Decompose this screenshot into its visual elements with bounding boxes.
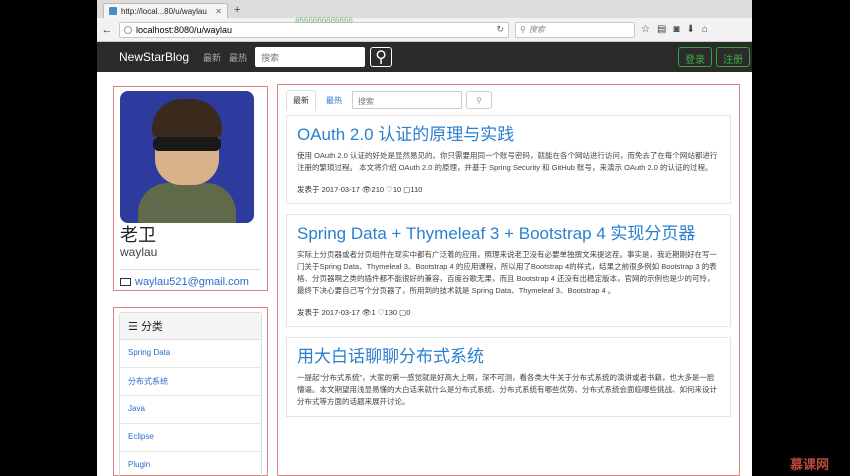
reading-list-icon[interactable]: ▤ xyxy=(657,24,666,35)
search-icon: ⚲ xyxy=(375,49,387,66)
nav-hot-link[interactable]: 最热 xyxy=(229,51,247,64)
profile-email-link[interactable]: waylau521@gmail.com xyxy=(120,276,261,288)
watermark-logo: 慕课网 xyxy=(790,457,830,472)
back-icon[interactable]: ← xyxy=(101,24,113,36)
avatar-body-shape xyxy=(138,183,236,223)
toolbar-icons: ☆ ▤ ◙ ⬇ ⌂ xyxy=(641,24,708,35)
profile-username: waylau xyxy=(120,245,158,259)
category-item[interactable]: Spring Data xyxy=(120,340,261,368)
post-search-input[interactable]: 搜索 xyxy=(352,91,462,109)
post-card: OAuth 2.0 认证的原理与实践 使用 OAuth 2.0 认证的好处是显然… xyxy=(286,115,731,204)
register-button[interactable]: 注册 xyxy=(716,47,750,67)
tab-title: http://local...80/u/waylau xyxy=(121,6,207,16)
new-tab-button[interactable]: + xyxy=(228,4,246,18)
post-list-panel: 最新 最热 搜索 ⚲ OAuth 2.0 认证的原理与实践 使用 OAuth 2… xyxy=(277,84,740,476)
tab-strip: http://local...80/u/waylau ✕ + xyxy=(97,0,752,18)
pocket-icon[interactable]: ◙ xyxy=(673,24,679,35)
profile-email-text: waylau521@gmail.com xyxy=(135,276,249,288)
category-item[interactable]: Eclipse xyxy=(120,424,261,452)
browser-window: http://local...80/u/waylau ✕ + ← localho… xyxy=(97,0,752,476)
post-summary: 一提起“分布式系统”，大家的第一感觉就是好高大上啊，深不可测，看各类大牛关于分布… xyxy=(297,373,717,406)
reload-icon[interactable]: ↻ xyxy=(496,24,504,35)
nav-latest-link[interactable]: 最新 xyxy=(203,51,221,64)
post-title-link[interactable]: Spring Data + Thymeleaf 3 + Bootstrap 4 … xyxy=(297,223,720,245)
post-summary: 实际上分页器或者分页组件在现实中都有广泛着的应用，照理来说老卫没有必要单独撰文来… xyxy=(297,250,717,295)
browser-search-input[interactable]: ⚲ 搜索 xyxy=(515,21,635,38)
post-search-button[interactable]: ⚲ xyxy=(466,91,492,109)
profile-card: 老卫 waylau waylau521@gmail.com xyxy=(113,86,268,291)
home-icon[interactable]: ⌂ xyxy=(702,24,708,35)
profile-name: 老卫 xyxy=(120,225,156,245)
category-panel: ☰ 分类 Spring Data 分布式系统 Java Eclipse Plug… xyxy=(113,307,268,476)
category-header: ☰ 分类 xyxy=(120,313,261,340)
download-icon[interactable]: ⬇ xyxy=(686,24,694,35)
category-item[interactable]: 分布式系统 xyxy=(120,368,261,396)
tab-hot[interactable]: 最热 xyxy=(320,91,348,110)
post-meta: 发表于 2017-03-17 👁1 ♡130 ▢0 xyxy=(297,308,411,317)
envelope-icon xyxy=(120,278,131,286)
post-title-link[interactable]: 用大白话聊聊分布式系统 xyxy=(297,346,720,368)
brand-link[interactable]: NewStarBlog xyxy=(119,50,189,64)
favicon-icon xyxy=(109,7,117,15)
bookmark-star-icon[interactable]: ☆ xyxy=(641,24,650,35)
url-bar[interactable]: localhost:8080/u/waylau #666666666666 ↻ xyxy=(119,16,509,38)
close-tab-icon[interactable]: ✕ xyxy=(215,7,222,16)
post-tabs: 最新 最热 搜索 ⚲ xyxy=(278,85,739,115)
search-icon: ⚲ xyxy=(476,95,482,105)
avatar-hair-shape xyxy=(152,99,222,139)
post-card: 用大白话聊聊分布式系统 一提起“分布式系统”，大家的第一感觉就是好高大上啊，深不… xyxy=(286,337,731,417)
browser-tab[interactable]: http://local...80/u/waylau ✕ xyxy=(103,3,228,18)
site-search-input[interactable]: 搜索 xyxy=(255,47,366,67)
browser-search-placeholder: 搜索 xyxy=(528,25,545,34)
category-title: 分类 xyxy=(140,321,163,333)
site-navbar: NewStarBlog 最新 最热 搜索 ⚲ 登录 注册 xyxy=(97,42,752,72)
category-item[interactable]: Java xyxy=(120,396,261,424)
address-toolbar: ← localhost:8080/u/waylau #666666666666 … xyxy=(97,16,752,42)
menu-icon: ☰ xyxy=(128,321,138,333)
avatar-glasses-shape xyxy=(153,137,221,151)
post-card: Spring Data + Thymeleaf 3 + Bootstrap 4 … xyxy=(286,214,731,327)
search-icon: ⚲ xyxy=(520,25,526,34)
url-ghost-text: #666666666666 xyxy=(295,15,353,25)
tab-latest[interactable]: 最新 xyxy=(286,89,316,111)
info-icon[interactable] xyxy=(124,25,132,34)
post-summary: 使用 OAuth 2.0 认证的好处是显然易见的。你只需要用同一个账号密码，就能… xyxy=(297,151,718,172)
post-meta: 发表于 2017-03-17 👁210 ♡10 ▢110 xyxy=(297,185,423,194)
page-content: 老卫 waylau waylau521@gmail.com ☰ 分类 Sprin… xyxy=(97,72,752,476)
site-search-button[interactable]: ⚲ xyxy=(370,47,393,67)
category-item[interactable]: Plugin xyxy=(120,452,261,476)
login-button[interactable]: 登录 xyxy=(678,47,712,67)
avatar xyxy=(120,91,254,223)
post-title-link[interactable]: OAuth 2.0 认证的原理与实践 xyxy=(297,124,720,146)
category-list: ☰ 分类 Spring Data 分布式系统 Java Eclipse Plug… xyxy=(119,312,262,476)
divider xyxy=(120,269,261,270)
url-text: localhost:8080/u/waylau xyxy=(136,24,233,35)
